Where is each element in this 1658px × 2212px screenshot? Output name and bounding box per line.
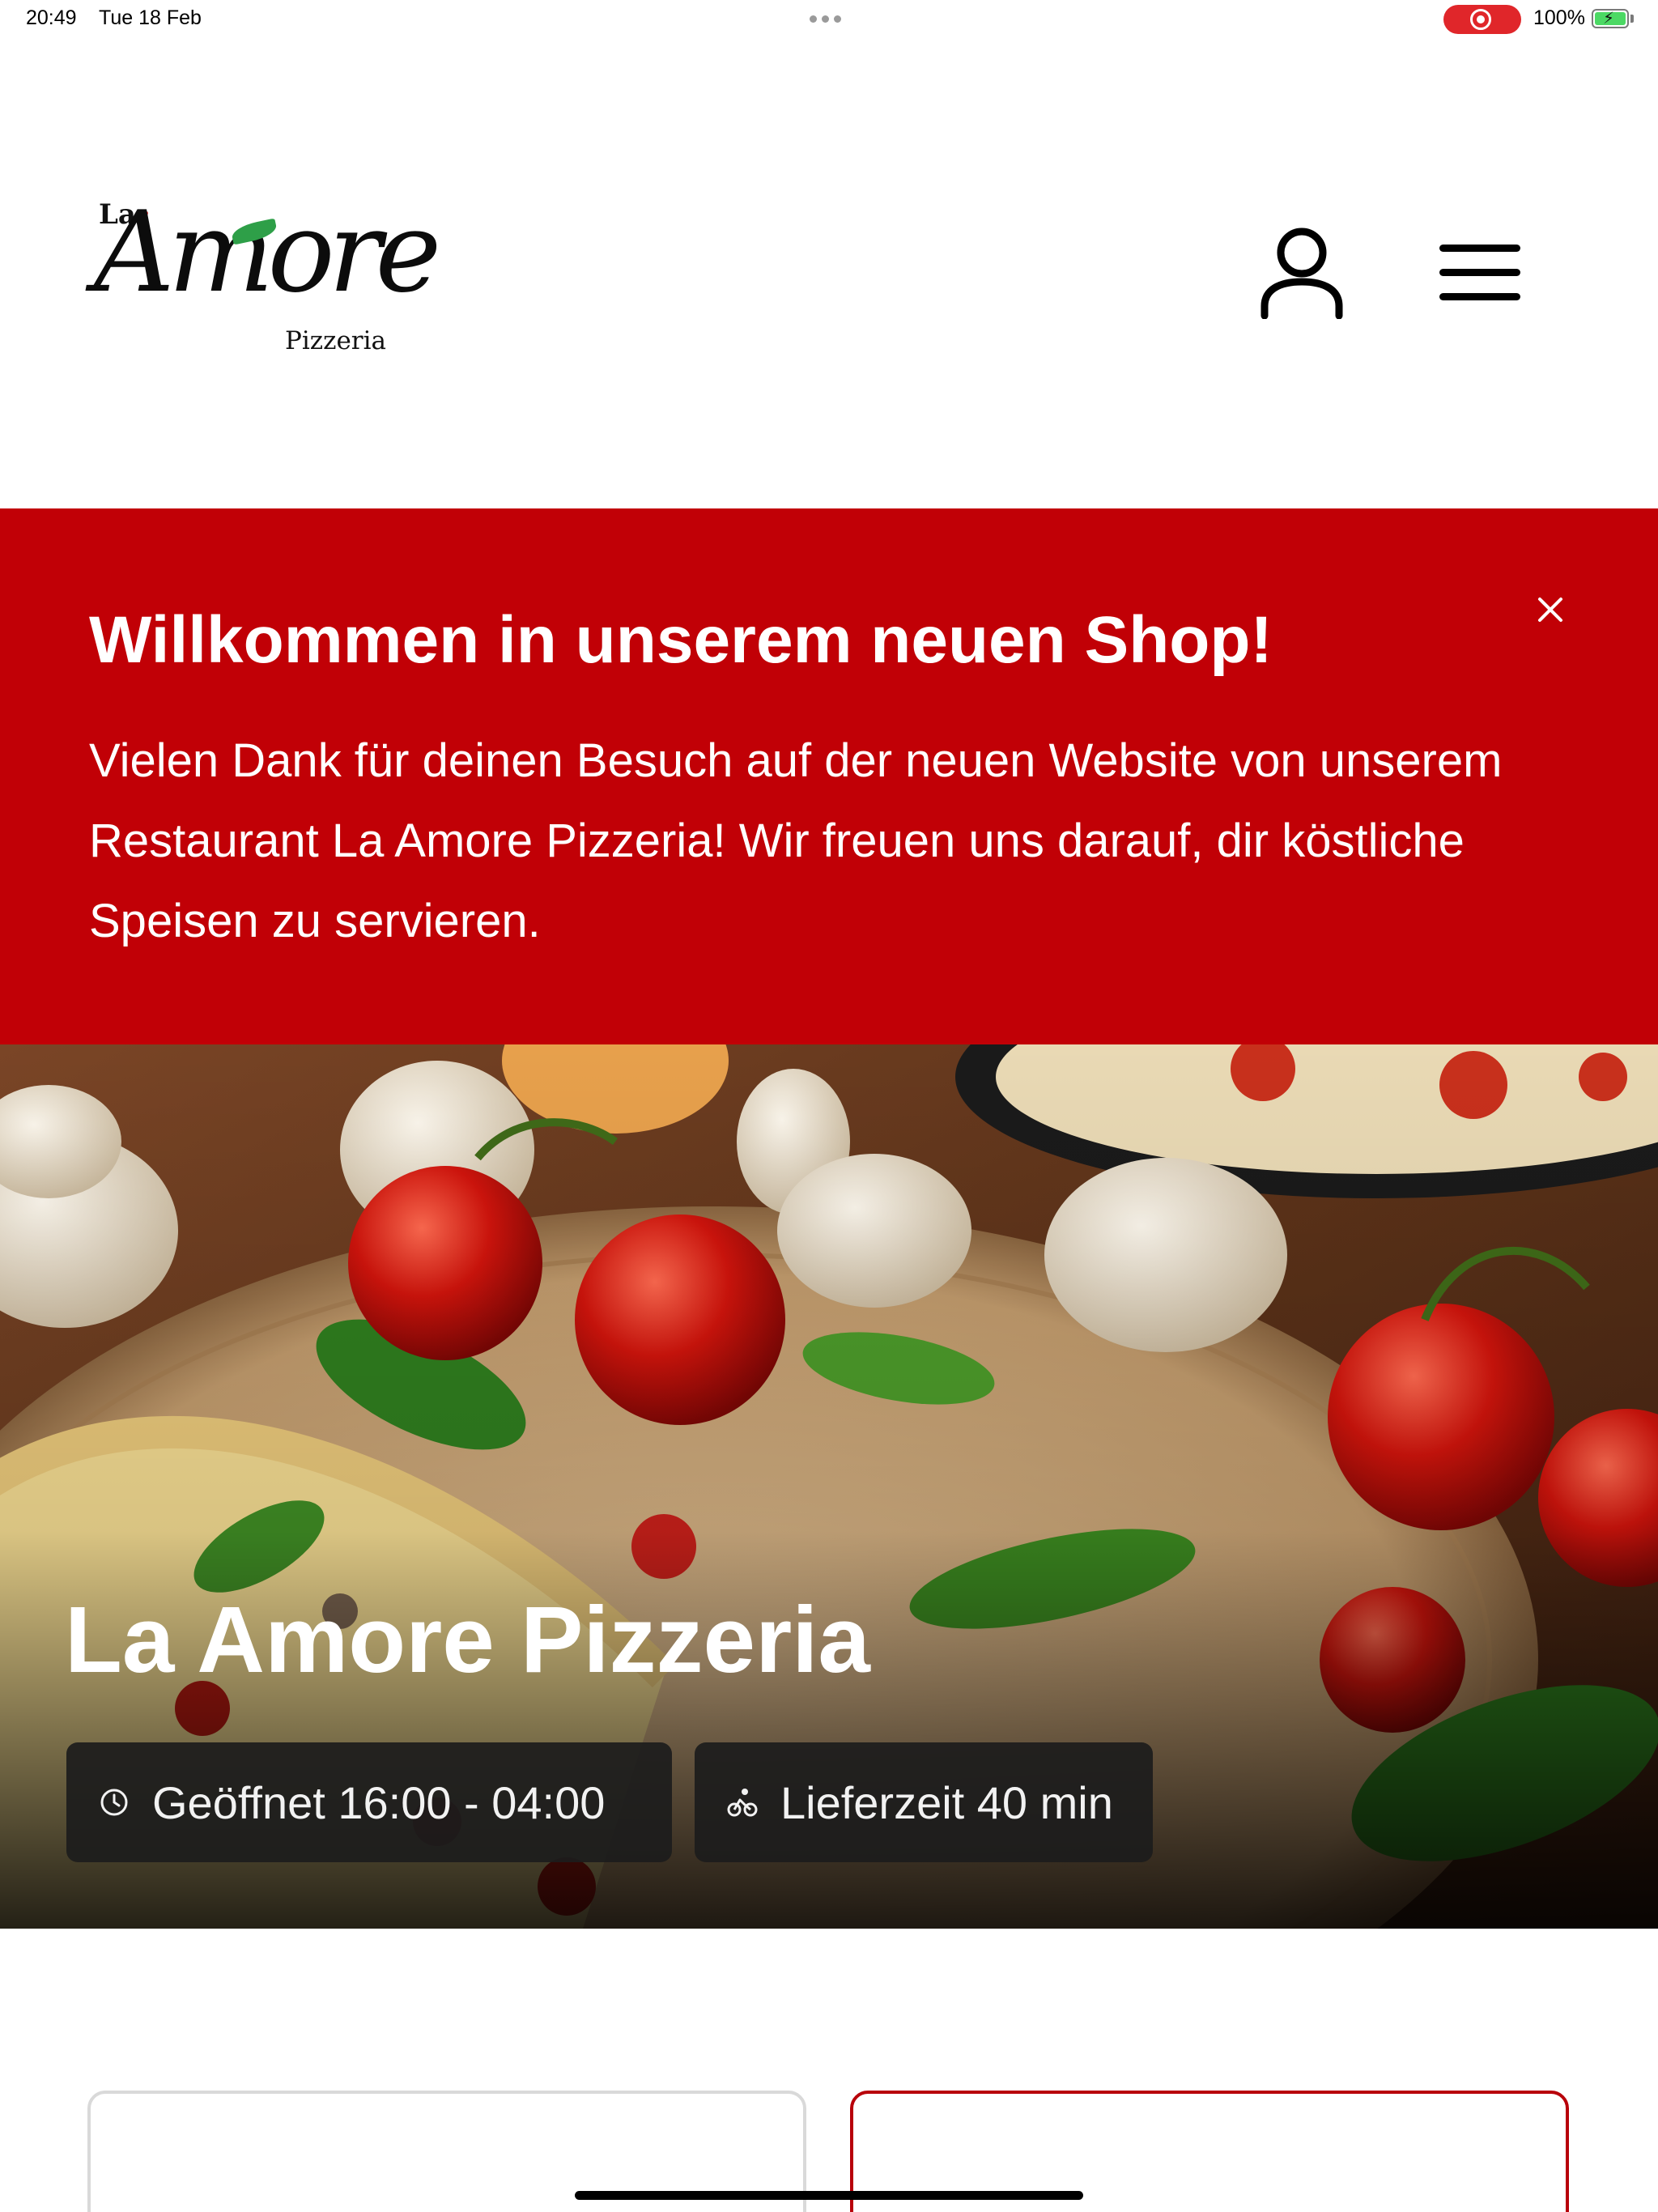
banner-title: Willkommen in unserem neuen Shop! — [89, 603, 1273, 677]
restaurant-logo[interactable]: La ♥ Amore Pizzeria — [94, 182, 441, 368]
logo-pizzeria: Pizzeria — [285, 326, 386, 355]
opening-hours-text: Geöffnet 16:00 - 04:00 — [152, 1776, 606, 1828]
hamburger-menu-icon[interactable] — [1439, 245, 1520, 301]
delivery-time-text: Lieferzeit 40 min — [780, 1776, 1113, 1828]
close-icon[interactable] — [1533, 593, 1567, 627]
status-date: Tue 18 Feb — [99, 6, 202, 29]
status-bar: 20:49 Tue 18 Feb 100% ⚡ — [0, 0, 1658, 39]
user-icon[interactable] — [1260, 225, 1344, 319]
delivery-time-chip: Lieferzeit 40 min — [695, 1742, 1153, 1862]
delivery-bike-icon — [727, 1789, 758, 1817]
home-indicator[interactable] — [575, 2191, 1083, 2200]
battery-percentage: 100% — [1533, 6, 1585, 29]
banner-text: Vielen Dank für deinen Besuch auf der ne… — [89, 734, 1503, 947]
multitasking-dots-icon[interactable] — [810, 15, 841, 23]
hero-section: La Amore Pizzeria Geöffnet 16:00 - 04:00… — [0, 1044, 1658, 1929]
clock-icon — [100, 1789, 128, 1816]
opening-hours-chip: Geöffnet 16:00 - 04:00 — [66, 1742, 672, 1862]
logo-amore: Amore — [94, 187, 441, 317]
status-time: 20:49 — [26, 6, 77, 29]
restaurant-name: La Amore Pizzeria — [65, 1587, 870, 1692]
battery-icon: ⚡ — [1592, 9, 1629, 28]
welcome-banner: Willkommen in unserem neuen Shop! Vielen… — [0, 508, 1658, 1044]
screen-recording-icon[interactable] — [1443, 5, 1521, 34]
